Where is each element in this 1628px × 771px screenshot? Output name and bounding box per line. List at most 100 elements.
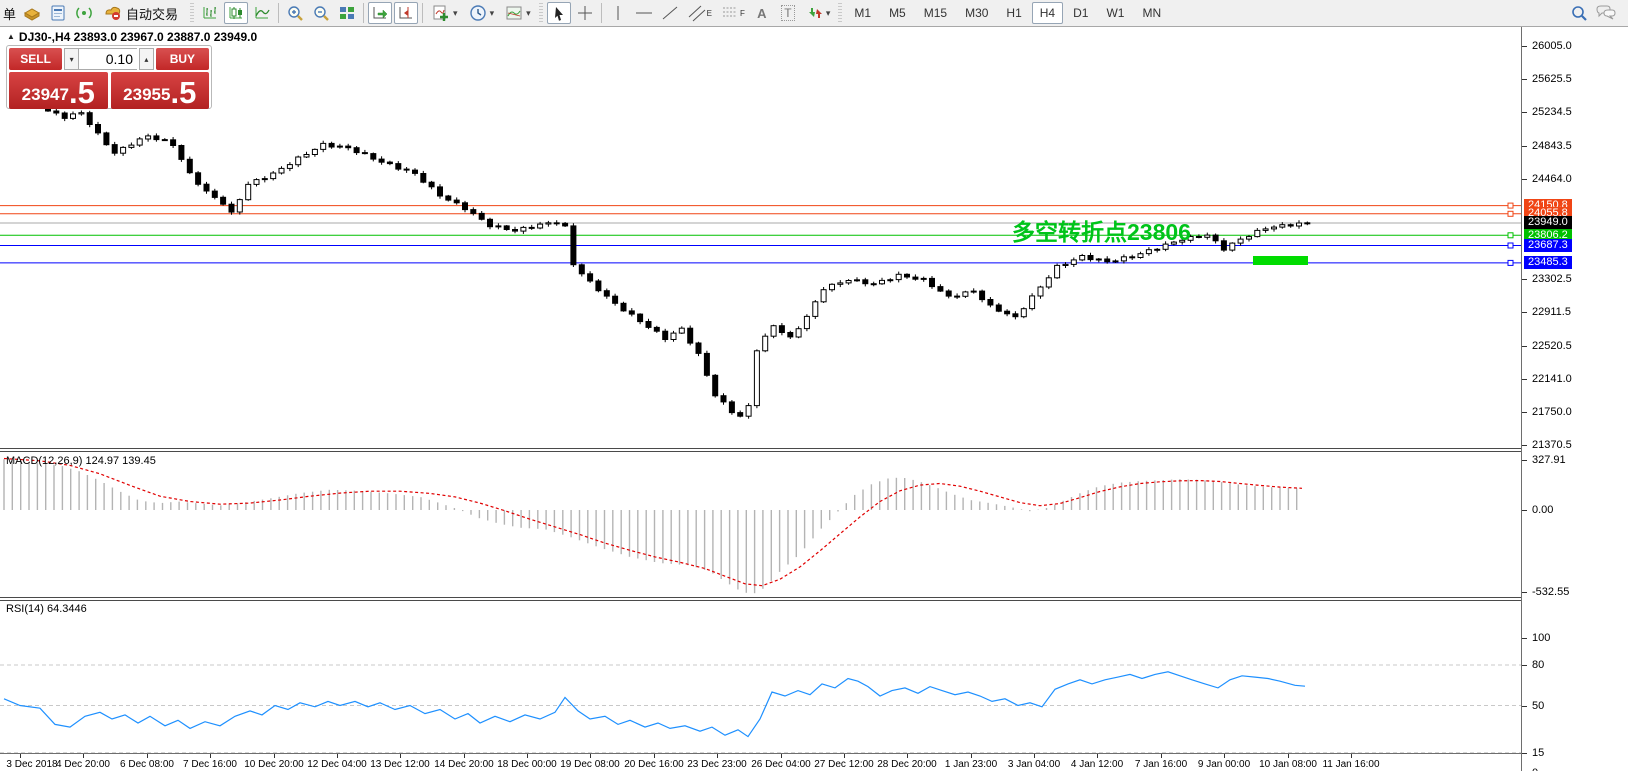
macd-tick-label: -532.55 — [1532, 586, 1569, 598]
timeframe-w1[interactable]: W1 — [1098, 2, 1132, 24]
time-tick-label: 28 Dec 20:00 — [877, 759, 937, 770]
sell-price-display[interactable]: 23947.5 — [9, 72, 108, 109]
chevron-down-icon[interactable]: ▾ — [453, 8, 458, 19]
time-tick-label: 27 Dec 12:00 — [814, 759, 874, 770]
timeframe-h1[interactable]: H1 — [998, 2, 1029, 24]
time-tick — [274, 754, 275, 758]
time-tick-label: 4 Dec 20:00 — [56, 759, 110, 770]
buy-button[interactable]: BUY — [156, 48, 209, 70]
volume-decrease-button[interactable]: ▾ — [64, 48, 79, 70]
time-tick — [1288, 754, 1289, 758]
toolbar-separator — [601, 3, 602, 23]
vertical-line-tool-icon[interactable] — [606, 2, 630, 24]
time-tick — [1224, 754, 1225, 758]
auto-scroll-icon[interactable] — [368, 2, 392, 24]
axis-tick — [1522, 146, 1527, 147]
time-tick — [210, 754, 211, 758]
timeframe-m15[interactable]: M15 — [916, 2, 955, 24]
time-tick — [1097, 754, 1098, 758]
price-tick-label: 24843.5 — [1532, 140, 1572, 152]
line-chart-mode-icon[interactable] — [250, 2, 274, 24]
trendline-tool-icon[interactable] — [658, 2, 682, 24]
timeframe-mn[interactable]: MN — [1134, 2, 1169, 24]
sell-button[interactable]: SELL — [9, 48, 62, 70]
toolbar-grip — [539, 3, 543, 23]
volume-increase-button[interactable]: ▴ — [139, 48, 154, 70]
time-tick — [717, 754, 718, 758]
time-tick-label: 18 Dec 00:00 — [497, 759, 557, 770]
time-tick-label: 7 Jan 16:00 — [1135, 759, 1187, 770]
periods-icon[interactable]: ▾ — [464, 2, 499, 24]
timeframe-m30[interactable]: M30 — [957, 2, 996, 24]
time-tick-label: 23 Dec 23:00 — [687, 759, 747, 770]
timeframe-m1[interactable]: M1 — [846, 2, 879, 24]
crosshair-tool-icon[interactable] — [573, 2, 597, 24]
time-tick — [1161, 754, 1162, 758]
annotation-text: 多空转折点23806 — [1012, 219, 1191, 245]
price-level-label: 23687.3 — [1524, 239, 1572, 252]
buy-price-frac: .5 — [170, 77, 196, 108]
news-icon[interactable] — [46, 2, 70, 24]
price-level-label: 23485.3 — [1524, 256, 1572, 269]
volume-input[interactable] — [79, 48, 137, 70]
chevron-down-icon[interactable]: ▾ — [826, 8, 831, 19]
time-tick-label: 3 Jan 04:00 — [1008, 759, 1060, 770]
arrows-tool-icon[interactable]: ▾ — [802, 2, 835, 24]
timeframe-h4[interactable]: H4 — [1032, 2, 1063, 24]
bar-chart-mode-icon[interactable] — [198, 2, 222, 24]
history-center-icon[interactable] — [20, 2, 44, 24]
equidistant-channel-tool-icon[interactable]: E — [684, 2, 715, 24]
toolbar-grip — [190, 3, 194, 23]
rsi-tick-label: 80 — [1532, 659, 1544, 671]
time-tick — [400, 754, 401, 758]
price-axis[interactable]: 26005.025625.525234.524843.524464.023302… — [1521, 27, 1628, 771]
chat-icon[interactable] — [1593, 2, 1619, 24]
indicators-icon[interactable]: ▾ — [427, 2, 462, 24]
text-tool-label: A — [757, 6, 766, 21]
templates-icon[interactable]: ▾ — [500, 2, 535, 24]
candlestick-chart[interactable]: 多空转折点23806 — [0, 27, 1521, 448]
buy-price-display[interactable]: 23955.5 — [111, 72, 210, 109]
price-level-label: 23949.0 — [1524, 216, 1572, 229]
horizontal-line-tool-icon[interactable] — [632, 2, 656, 24]
new-order-label[interactable]: 单 — [0, 4, 19, 23]
toolbar-separator — [363, 3, 364, 23]
time-tick-label: 26 Dec 04:00 — [751, 759, 811, 770]
price-tick-label: 25625.5 — [1532, 73, 1572, 85]
timeframe-m5[interactable]: M5 — [881, 2, 914, 24]
timeframe-d1[interactable]: D1 — [1065, 2, 1096, 24]
price-tick-label: 23302.5 — [1532, 273, 1572, 285]
time-tick-label: 12 Dec 04:00 — [307, 759, 367, 770]
toolbar-right — [1566, 2, 1628, 24]
candlestick-mode-icon[interactable] — [224, 2, 248, 24]
autotrade-button[interactable]: 自动交易 — [98, 2, 186, 24]
time-tick-label: 19 Dec 08:00 — [560, 759, 620, 770]
time-tick — [464, 754, 465, 758]
rsi-pane[interactable] — [0, 600, 1521, 753]
macd-pane[interactable] — [0, 451, 1521, 597]
chart-shift-icon[interactable] — [394, 2, 418, 24]
search-icon[interactable] — [1567, 2, 1591, 24]
rsi-tick-label: 100 — [1532, 632, 1550, 644]
fibonacci-tool-icon[interactable]: F — [717, 2, 748, 24]
axis-tick — [1522, 46, 1527, 47]
price-tick-label: 22911.5 — [1532, 306, 1571, 318]
text-label-tool-icon[interactable]: T — [776, 2, 800, 24]
time-tick — [20, 754, 21, 758]
cursor-tool-icon[interactable] — [547, 2, 571, 24]
signal-icon[interactable] — [72, 2, 96, 24]
axis-tick — [1522, 379, 1527, 380]
axis-tick — [1522, 753, 1527, 754]
time-tick-label: 10 Jan 08:00 — [1259, 759, 1317, 770]
zoom-out-icon[interactable] — [309, 2, 333, 24]
time-axis[interactable]: 3 Dec 20184 Dec 20:006 Dec 08:007 Dec 16… — [0, 753, 1521, 771]
text-tool-icon[interactable]: A — [750, 2, 774, 24]
axis-tick — [1522, 665, 1527, 666]
axis-tick — [1522, 510, 1527, 511]
chevron-down-icon[interactable]: ▾ — [526, 8, 531, 19]
chevron-down-icon[interactable]: ▾ — [490, 8, 495, 19]
tile-windows-icon[interactable] — [335, 2, 359, 24]
collapse-panel-icon[interactable]: ▲ — [7, 32, 15, 41]
toolbar: 单 自动交易 — [0, 0, 1628, 27]
zoom-in-icon[interactable] — [283, 2, 307, 24]
